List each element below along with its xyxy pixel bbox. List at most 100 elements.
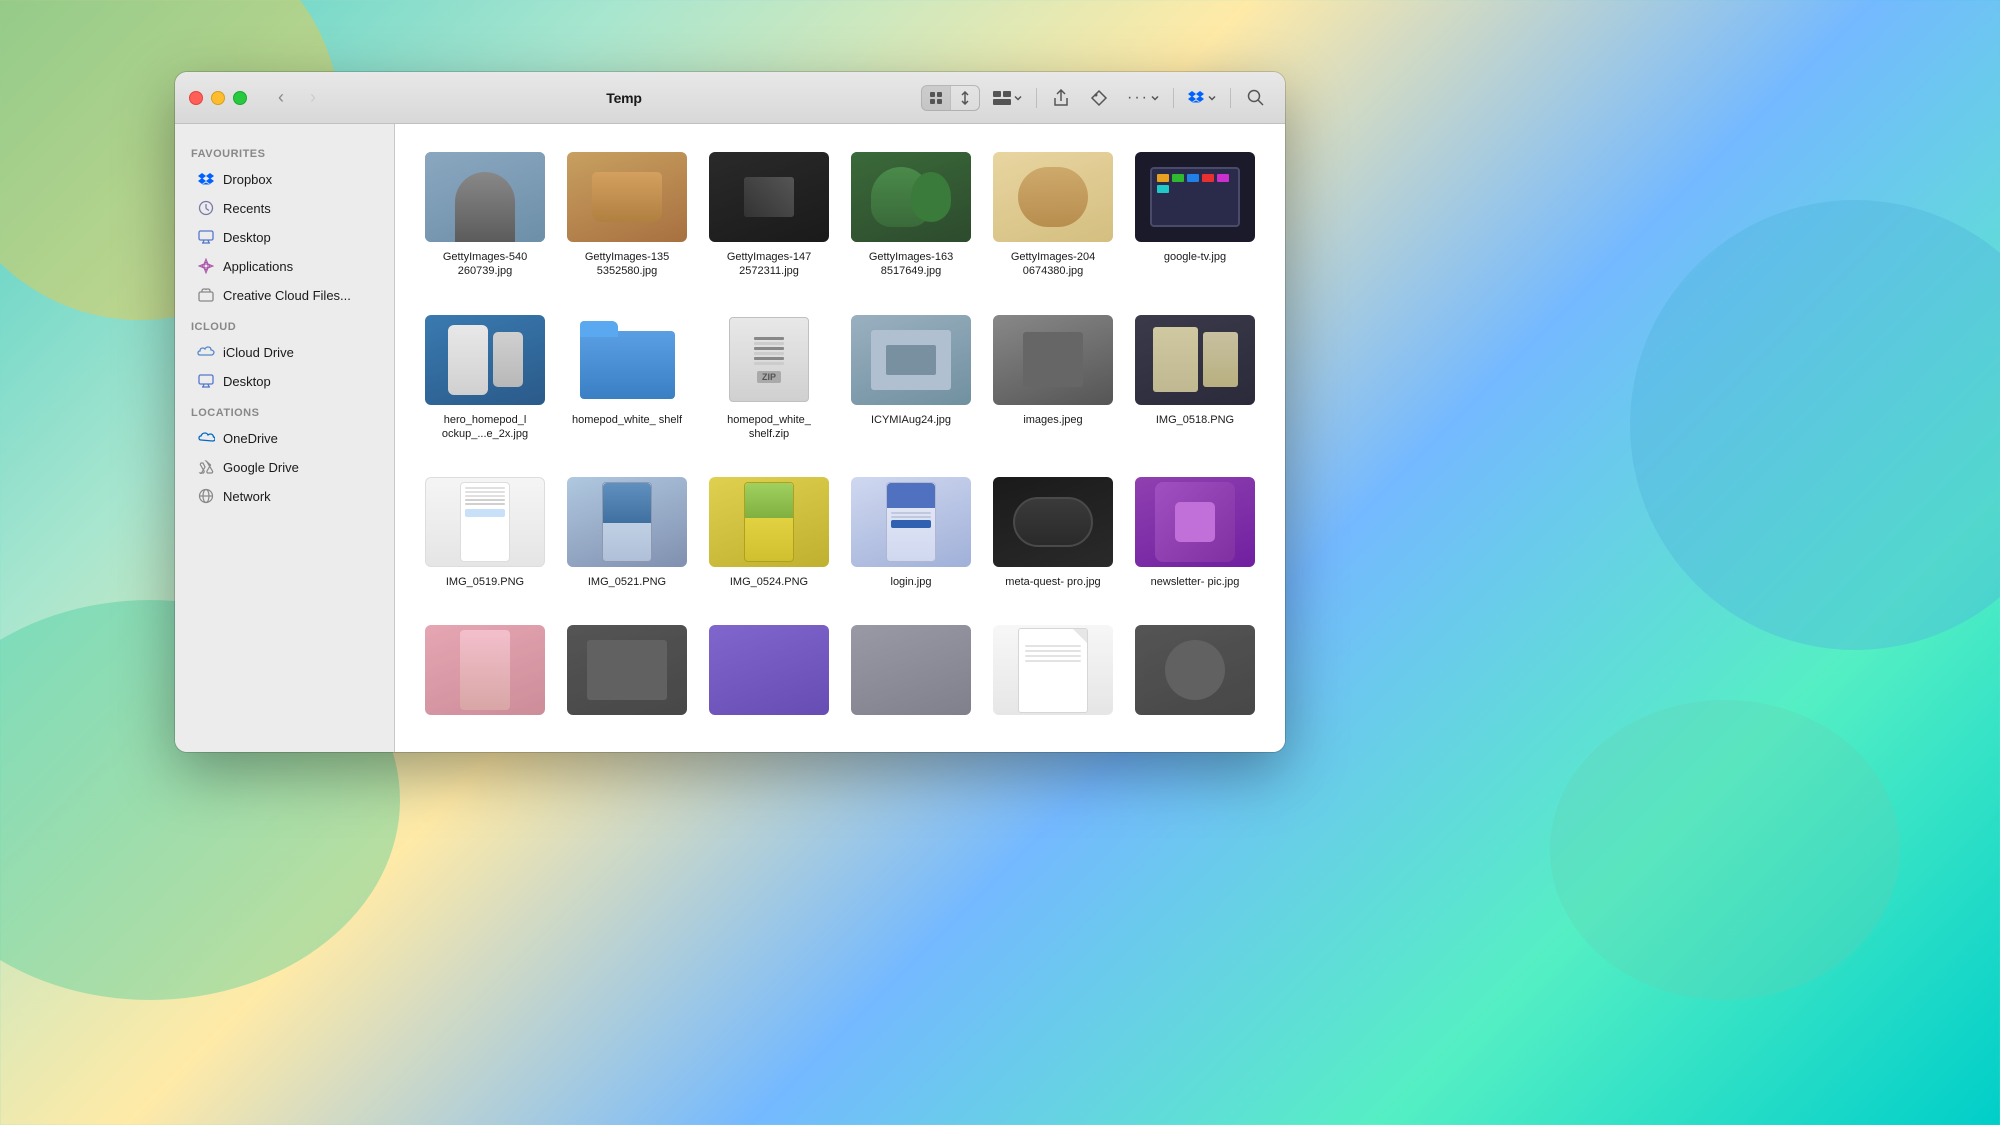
gallery-icon [992,90,1012,106]
file-thumb-9: ZIP [709,315,829,405]
network-icon [197,487,215,505]
file-item-11[interactable]: images.jpeg [987,307,1119,450]
close-button[interactable] [189,91,203,105]
file-item-2[interactable]: GettyImages-135 5352580.jpg [561,144,693,287]
search-icon [1247,89,1264,106]
sidebar-item-creative-cloud[interactable]: Creative Cloud Files... [181,281,388,309]
file-thumb-11 [993,315,1113,405]
file-name-17: meta-quest- pro.jpg [1005,575,1100,589]
file-name-1: GettyImages-540 260739.jpg [425,250,545,279]
file-thumb-24 [1135,625,1255,715]
grid-container: GettyImages-540 260739.jpg GettyImages-1… [419,144,1261,723]
file-item-8[interactable]: homepod_white_ shelf [561,307,693,450]
file-item-10[interactable]: ICYMIAug24.jpg [845,307,977,450]
google-drive-label: Google Drive [223,460,299,475]
favourites-section-label: Favourites [175,140,394,164]
sidebar-item-recents[interactable]: Recents [181,194,388,222]
icloud-desktop-icon [197,372,215,390]
onedrive-label: OneDrive [223,431,278,446]
icloud-desktop-label: Desktop [223,374,271,389]
file-item-12[interactable]: IMG_0518.PNG [1129,307,1261,450]
gallery-dropdown-icon [1014,94,1022,102]
file-thumb-22 [851,625,971,715]
maximize-button[interactable] [233,91,247,105]
doc-lines [1025,645,1081,665]
file-item-4[interactable]: GettyImages-163 8517649.jpg [845,144,977,287]
file-thumb-17 [993,477,1113,567]
file-thumb-8 [567,315,687,405]
file-thumb-21 [709,625,829,715]
network-label: Network [223,489,271,504]
file-name-2: GettyImages-135 5352580.jpg [567,250,687,279]
sidebar-item-network[interactable]: Network [181,482,388,510]
sidebar-item-icloud-drive[interactable]: iCloud Drive [181,338,388,366]
forward-button[interactable]: › [299,84,327,112]
file-item-15[interactable]: IMG_0524.PNG [703,469,835,597]
tag-button[interactable] [1083,84,1115,112]
gallery-view-button[interactable] [986,84,1028,112]
file-item-22[interactable] [845,617,977,723]
file-item-5[interactable]: GettyImages-204 0674380.jpg [987,144,1119,287]
sort-view-button[interactable] [951,86,979,110]
file-item-23[interactable] [987,617,1119,723]
tag-icon [1090,89,1108,107]
dropbox-toolbar-button[interactable] [1182,84,1222,112]
toolbar-right: ··· [921,84,1271,112]
file-thumb-3 [709,152,829,242]
sidebar-item-icloud-desktop[interactable]: Desktop [181,367,388,395]
sidebar-item-desktop[interactable]: Desktop [181,223,388,251]
google-drive-icon [197,458,215,476]
file-item-17[interactable]: meta-quest- pro.jpg [987,469,1119,597]
file-thumb-1 [425,152,545,242]
sidebar-item-google-drive[interactable]: Google Drive [181,453,388,481]
sort-arrows-icon [960,91,970,105]
file-name-7: hero_homepod_l ockup_...e_2x.jpg [425,413,545,442]
dropbox-toolbar-icon [1188,90,1204,105]
search-button[interactable] [1239,84,1271,112]
file-item-3[interactable]: GettyImages-147 2572311.jpg [703,144,835,287]
back-button[interactable]: ‹ [267,84,295,112]
file-item-20[interactable] [561,617,693,723]
file-item-19[interactable] [419,617,551,723]
file-name-14: IMG_0521.PNG [588,575,666,589]
file-name-16: login.jpg [891,575,932,589]
file-thumb-20 [567,625,687,715]
file-item-1[interactable]: GettyImages-540 260739.jpg [419,144,551,287]
file-thumb-5 [993,152,1113,242]
file-item-7[interactable]: hero_homepod_l ockup_...e_2x.jpg [419,307,551,450]
onedrive-icon [197,429,215,447]
sidebar-item-applications[interactable]: Applications [181,252,388,280]
sidebar-item-dropbox[interactable]: Dropbox [181,165,388,193]
share-button[interactable] [1045,84,1077,112]
title-bar: ‹ › Temp [175,72,1285,124]
dropbox-toolbar-dropdown-icon [1208,94,1216,102]
doc-icon [1018,628,1088,713]
locations-section-label: Locations [175,399,394,423]
sidebar-item-onedrive[interactable]: OneDrive [181,424,388,452]
file-thumb-6 [1135,152,1255,242]
view-toggle [921,85,980,111]
minimize-button[interactable] [211,91,225,105]
more-dropdown-icon [1151,94,1159,102]
file-item-21[interactable] [703,617,835,723]
more-button[interactable]: ··· [1121,84,1165,112]
zip-lines [754,337,784,365]
file-thumb-16 [851,477,971,567]
file-item-14[interactable]: IMG_0521.PNG [561,469,693,597]
file-thumb-15 [709,477,829,567]
file-thumb-4 [851,152,971,242]
file-item-6[interactable]: google-tv.jpg [1129,144,1261,287]
grid-view-button[interactable] [922,86,950,110]
file-thumb-12 [1135,315,1255,405]
zip-label: ZIP [757,371,781,383]
applications-label: Applications [223,259,293,274]
file-item-24[interactable] [1129,617,1261,723]
file-name-10: ICYMIAug24.jpg [871,413,951,427]
recents-icon [197,199,215,217]
file-thumb-13 [425,477,545,567]
file-item-16[interactable]: login.jpg [845,469,977,597]
file-item-18[interactable]: newsletter- pic.jpg [1129,469,1261,597]
file-item-9[interactable]: ZIP homepod_white_ shelf.zip [703,307,835,450]
file-thumb-19 [425,625,545,715]
file-item-13[interactable]: IMG_0519.PNG [419,469,551,597]
